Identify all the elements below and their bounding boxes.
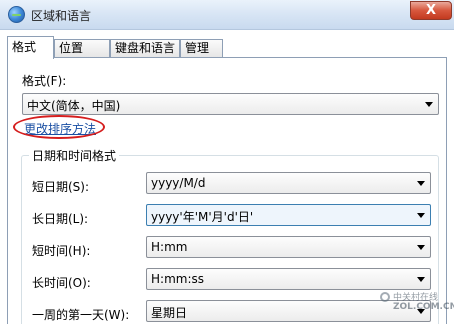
format-dropdown[interactable]: 中文(简体，中国)	[22, 93, 439, 115]
long-date-label: 长日期(L):	[32, 212, 89, 226]
long-time-label: 长时间(O):	[32, 276, 91, 290]
chevron-down-icon	[417, 277, 425, 282]
format-selected-value: 中文(简体，中国)	[27, 99, 121, 113]
long-time-dropdown[interactable]: H:mm:ss	[146, 268, 431, 290]
chevron-down-icon	[417, 213, 425, 218]
chevron-down-icon	[417, 181, 425, 186]
chevron-down-icon	[417, 245, 425, 250]
short-time-dropdown[interactable]: H:mm	[146, 236, 431, 258]
short-date-dropdown[interactable]: yyyy/M/d	[146, 172, 431, 194]
title-bar: 区域和语言 X	[0, 0, 454, 30]
short-date-label: 短日期(S):	[32, 180, 90, 194]
first-day-of-week-value: 星期日	[151, 306, 188, 320]
window-title: 区域和语言	[31, 9, 92, 23]
long-time-value: H:mm:ss	[151, 272, 204, 286]
annotation-circle	[13, 115, 105, 139]
short-date-value: yyyy/M/d	[151, 176, 206, 190]
long-date-value: yyyy'年'M'月'd'日'	[151, 210, 254, 224]
close-button[interactable]: X	[410, 1, 452, 20]
format-label: 格式(F):	[22, 74, 67, 88]
tab-location[interactable]: 位置	[54, 39, 110, 57]
first-day-of-week-label: 一周的第一天(W):	[32, 308, 130, 322]
tab-keyboards-languages[interactable]: 键盘和语言	[110, 39, 180, 57]
long-date-dropdown[interactable]: yyyy'年'M'月'd'日'	[146, 204, 431, 226]
short-time-label: 短时间(H):	[32, 244, 91, 258]
chevron-down-icon	[425, 102, 433, 107]
globe-icon	[8, 6, 25, 23]
first-day-of-week-dropdown[interactable]: 星期日	[146, 300, 431, 322]
watermark-en-text: ZOL.COM.CN	[393, 302, 454, 312]
zol-logo-icon	[380, 292, 390, 302]
short-time-value: H:mm	[151, 240, 188, 254]
datetime-group-title: 日期和时间格式	[29, 147, 120, 164]
tab-formats[interactable]: 格式	[7, 36, 54, 59]
tab-administrative[interactable]: 管理	[180, 39, 223, 57]
